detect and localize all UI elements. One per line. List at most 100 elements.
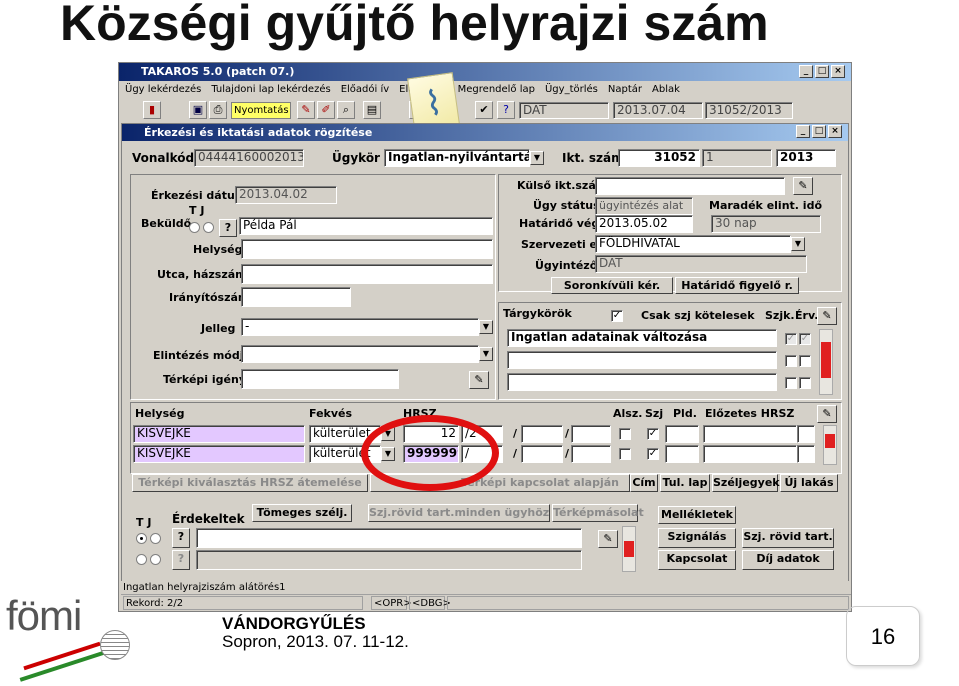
helyseg-field[interactable] [241,239,493,259]
erdekelt-j-radio-2[interactable] [150,554,161,565]
targykor-row-2[interactable] [507,351,777,369]
row2-field-b[interactable] [571,445,611,463]
dialog-close-button[interactable]: × [828,125,842,138]
row2-pld[interactable] [665,445,699,463]
erdekelt-field-2[interactable] [196,550,582,570]
jelleg-select[interactable]: - [241,318,479,336]
erdekelt-t-radio-1[interactable] [136,533,147,544]
document-icon[interactable]: ▤ [363,101,381,119]
menu-ugy-torles[interactable]: Ügy_törlés [545,81,598,99]
erdekelt-help-button-1[interactable]: ? [172,528,190,548]
dialog-maximize-button[interactable]: □ [812,125,826,138]
bekuldo-help-button[interactable]: ? [219,219,237,237]
maradek-field[interactable]: 30 nap [711,215,821,233]
elintezes-select[interactable] [241,345,479,363]
terkepmasolat-button[interactable]: Térképmásolat [552,504,644,522]
scrollbar-thumb[interactable] [825,434,835,448]
save-icon[interactable]: ▣ [189,101,207,119]
ugykor-select[interactable]: Ingatlan-nyilvántartás [384,149,530,167]
row2-field-a[interactable] [521,445,563,463]
ikt-year-field[interactable]: 2013 [776,149,836,167]
maximize-button[interactable]: □ [815,65,829,78]
szjk-checkbox-1[interactable]: ✓ [785,333,797,345]
row1-alsz-checkbox[interactable] [619,428,631,440]
tul-lap-button[interactable]: Tul. lap [660,474,710,492]
szjk-checkbox-2[interactable] [785,355,797,367]
hatarido-field[interactable]: 2013.05.02 [595,215,693,233]
edit-icon[interactable]: ✎ [793,177,813,195]
row1-elozetes[interactable] [703,425,797,443]
menu-ablak[interactable]: Ablak [652,81,680,99]
bekuldo-j-radio[interactable] [203,222,214,233]
erdekelt-j-radio-1[interactable] [150,533,161,544]
targykor-row-3[interactable] [507,373,777,391]
szeljegyek-button[interactable]: Széljegyek [712,474,780,492]
menu-eloadoi-iv[interactable]: Előadói ív [341,81,389,99]
row2-extra[interactable] [797,445,815,463]
help-icon[interactable]: ? [497,101,515,119]
erdekelt-scrollbar[interactable] [622,526,636,572]
chevron-down-icon[interactable]: ▼ [530,151,544,165]
dialog-titlebar[interactable]: Érkezési és iktatási adatok rögzítése _ … [122,124,848,141]
csak-checkbox[interactable]: ✓ [611,310,623,322]
menu-megrendelo-lap[interactable]: Megrendelő lap [458,81,535,99]
erdekelt-help-button-2[interactable]: ? [172,550,190,570]
ikt-num-field[interactable]: 31052 [618,149,700,167]
row1-field-b[interactable] [571,425,611,443]
printer-icon[interactable]: ⎙ [209,101,227,119]
kapcsolat-button[interactable]: Kapcsolat [658,550,736,570]
tomeges-button[interactable]: Tömeges szélj. [252,504,352,522]
close-button[interactable]: × [831,65,845,78]
erv-checkbox-1[interactable]: ✓ [799,333,811,345]
edit-icon[interactable]: ✎ [817,307,837,325]
edit-icon[interactable]: ✎ [469,371,489,389]
vonalkod-field[interactable]: 04444160002013 [194,149,304,167]
menu-tulajdoni-lap[interactable]: Tulajdoni lap lekérdezés [211,81,330,99]
szignalas-button[interactable]: Szignálás [658,528,736,548]
row2-helyseg[interactable]: KISVEJKE [133,445,305,463]
binoculars-icon[interactable]: ⌕ [337,101,355,119]
minimize-button[interactable]: _ [799,65,813,78]
szjk-checkbox-3[interactable] [785,377,797,389]
erdekelt-t-radio-2[interactable] [136,554,147,565]
check-icon[interactable]: ✔ [475,101,493,119]
row2-alsz-checkbox[interactable] [619,448,631,460]
irsz-field[interactable] [241,287,351,307]
row1-helyseg[interactable]: KISVEJKE [133,425,305,443]
dij-adatok-button[interactable]: Díj adatok [742,550,834,570]
row1-szj-checkbox[interactable]: ✓ [647,428,659,440]
utca-field[interactable] [241,264,493,284]
szervezeti-select[interactable]: FÖLDHIVATAL [595,235,791,253]
row2-elozetes[interactable] [703,445,797,463]
row1-pld[interactable] [665,425,699,443]
app-titlebar[interactable]: TAKAROS 5.0 (patch 07.) _ □ × [119,63,851,81]
menu-ugy-lekerdezes[interactable]: Ügy lekérdezés [125,81,201,99]
ikt-sub-field[interactable]: 1 [702,149,772,167]
hataridofigyelo-button[interactable]: Határidő figyelő r. [675,277,799,294]
szj-rovid-tart-button[interactable]: Szj. rövid tart. [742,528,834,548]
row1-field-a[interactable] [521,425,563,443]
terkepi-field[interactable] [241,369,399,389]
targykor-scrollbar[interactable] [819,329,833,395]
edit-icon[interactable]: ✎ [598,530,618,548]
chevron-down-icon[interactable]: ▼ [791,237,805,251]
soronkivuli-button[interactable]: Soronkívüli kér. [551,277,673,294]
dialog-minimize-button[interactable]: _ [796,125,810,138]
ugyintezo-field[interactable]: DAT [595,255,807,273]
szj-rovid-minden-button[interactable]: Szj.rövid tart.minden ügyhöz [368,504,550,522]
parcel-scrollbar[interactable] [823,425,837,465]
menu-naptar[interactable]: Naptár [608,81,642,99]
statusz-field[interactable]: ügyintézés alat [595,197,693,215]
terkepi-kivalasztas-button[interactable]: Térképi kiválasztás HRSZ átemelése [132,474,368,492]
chevron-down-icon[interactable]: ▼ [479,320,493,334]
pen-icon[interactable]: ✐ [317,101,335,119]
scrollbar-thumb[interactable] [821,342,831,378]
targykor-row-1[interactable]: Ingatlan adatainak változása [507,329,777,347]
print-button[interactable]: Nyomtatás [231,102,291,119]
erdekelt-field-1[interactable] [196,528,582,548]
mellekletek-button[interactable]: Mellékletek [658,506,736,524]
kulso-field[interactable] [595,177,785,195]
erkezes-field[interactable]: 2013.04.02 [235,186,337,204]
bekuldo-field[interactable]: Példa Pál [239,217,493,235]
uj-lakas-button[interactable]: Új lakás [780,474,838,492]
